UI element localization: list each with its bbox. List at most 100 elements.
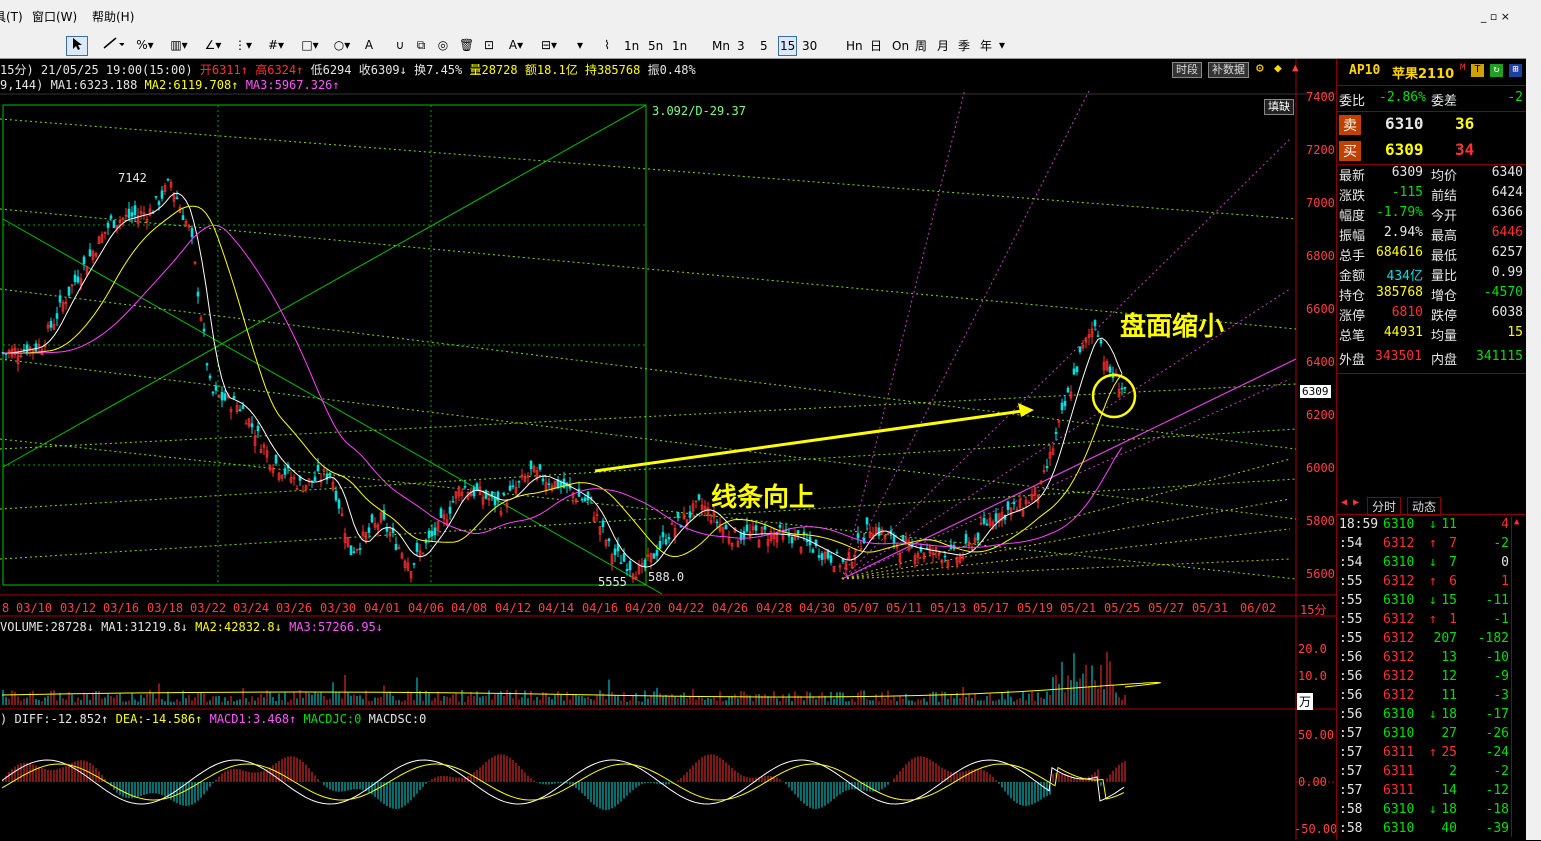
- percent-tool-icon[interactable]: %▾: [132, 36, 158, 54]
- candle-body: [349, 545, 353, 556]
- quote-side-panel: AP10 苹果2110 M T ↻ ⊞ 委比 -2.86% 委差 -2 卖 63…: [1336, 59, 1527, 840]
- date-axis-label: 03/22: [190, 601, 227, 615]
- lock-tool-icon[interactable]: ⊡: [482, 36, 496, 54]
- inner-value: 341115: [1476, 349, 1523, 364]
- ruler-tool-icon[interactable]: ▥▾: [166, 36, 192, 54]
- quote-turnover: 换7.45%: [414, 63, 463, 77]
- volume-ma3: MA3:57266.95: [289, 620, 376, 634]
- stat-label-left: 最新: [1339, 169, 1366, 184]
- tick-volume: 18: [1441, 707, 1457, 722]
- candle-body: [667, 537, 671, 540]
- period-2[interactable]: 1n: [670, 36, 689, 56]
- period-4[interactable]: 3: [735, 36, 747, 56]
- text-tool-icon[interactable]: A: [362, 36, 376, 54]
- menu-window[interactable]: 窗口(W): [32, 8, 77, 25]
- grid-tool-icon[interactable]: ⋮▾: [233, 36, 253, 54]
- candle-body: [811, 549, 815, 553]
- fan-line: [0, 428, 1297, 510]
- diamond-icon[interactable]: ◆: [1274, 61, 1282, 76]
- delete-tool-icon[interactable]: 🗑: [459, 36, 474, 54]
- line-tool-icon[interactable]: [100, 36, 126, 54]
- fill-gap-button[interactable]: 填缺: [1264, 99, 1294, 115]
- period-1[interactable]: 5n: [646, 36, 665, 56]
- copy-tool-icon[interactable]: ⧉: [413, 36, 429, 54]
- candle-body: [205, 363, 209, 366]
- tick-scrollbar[interactable]: ▲: [1511, 517, 1526, 837]
- t-icon[interactable]: T: [1471, 64, 1484, 77]
- period-6[interactable]: 15: [778, 36, 798, 56]
- stat-label-right: 均量: [1431, 329, 1458, 344]
- hash-tool-icon[interactable]: #▾: [266, 36, 286, 54]
- tab-next-icon[interactable]: ▶: [1353, 497, 1359, 508]
- menu-help[interactable]: 帮助(H): [92, 8, 134, 25]
- candle-body: [196, 291, 200, 297]
- rect-tool-icon[interactable]: □▾: [298, 36, 322, 54]
- circle-tool-icon[interactable]: ○▾: [330, 36, 354, 54]
- tick-volume: 14: [1441, 783, 1457, 798]
- candle-body: [577, 488, 581, 497]
- save-tool-icon[interactable]: ⊟▾: [537, 36, 561, 54]
- period-9[interactable]: 日: [868, 36, 884, 56]
- price-axis-label: 6400: [1306, 355, 1335, 369]
- tick-row: 18:59 6310 ↓ 11 4: [1337, 517, 1527, 537]
- period-0[interactable]: 1n: [622, 36, 641, 56]
- candle-body: [754, 525, 758, 531]
- candle-body: [892, 534, 896, 544]
- yellow-fan: [841, 558, 1291, 580]
- candle-body: [580, 498, 584, 501]
- scroll-up-icon[interactable]: ▲: [1292, 61, 1299, 74]
- candle-body: [490, 491, 494, 496]
- period-8[interactable]: Hn: [844, 36, 865, 56]
- tick-volume: 25: [1441, 745, 1457, 760]
- menu-bar: 具(T) 窗口(W) 帮助(H) _ ▫ ×: [0, 0, 1526, 33]
- tab-prev-icon[interactable]: ◀: [1341, 497, 1347, 508]
- tick-oi-change: -26: [1485, 726, 1509, 741]
- period-12[interactable]: 月: [935, 36, 951, 56]
- period-13[interactable]: 季: [956, 36, 972, 56]
- candle-body: [1054, 431, 1058, 434]
- candle-body: [826, 550, 830, 559]
- candle-body: [328, 472, 332, 476]
- chart-area[interactable]: 15分) 21/05/25 19:00(15:00) 开6311↑ 高6324↑…: [0, 59, 1338, 840]
- price-axis-label: 7400: [1306, 90, 1335, 104]
- period-14[interactable]: 年: [978, 36, 994, 56]
- quote-amplitude: 振0.48%: [647, 63, 696, 77]
- toolbar-more-icon[interactable]: ▾: [575, 36, 585, 54]
- quote-prefix: 15分) 21/05/25 19:00(15:00): [0, 63, 193, 77]
- menu-tools[interactable]: 具(T): [0, 8, 23, 25]
- period-11[interactable]: 周: [913, 36, 929, 56]
- candle-body: [1045, 466, 1049, 469]
- angle-tool-icon[interactable]: ∠▾: [200, 36, 226, 54]
- window-controls[interactable]: _ ▫ ×: [1481, 10, 1510, 23]
- period-5[interactable]: 5: [758, 36, 770, 56]
- ma3-value: MA3:5967.326: [245, 78, 333, 92]
- time-segment-button[interactable]: 时段: [1172, 62, 1202, 78]
- cursor-tool-icon[interactable]: [66, 36, 88, 56]
- period-3[interactable]: Mn: [710, 36, 732, 56]
- chart-type-icon[interactable]: ⌇: [598, 36, 616, 54]
- period-7[interactable]: 30: [800, 36, 819, 56]
- period-10[interactable]: On: [890, 36, 911, 56]
- tick-price: 6312: [1383, 631, 1415, 646]
- candle-body: [835, 551, 839, 554]
- refresh-icon[interactable]: ↻: [1490, 64, 1503, 77]
- fill-data-button[interactable]: 补数据: [1208, 62, 1249, 78]
- candle-body: [214, 385, 218, 391]
- stat-label-right: 跌停: [1431, 309, 1458, 324]
- settings-icon[interactable]: ⚙: [1256, 61, 1264, 76]
- tick-time: 18:59: [1339, 517, 1379, 532]
- tick-time: :57: [1339, 783, 1363, 798]
- magnet-tool-icon[interactable]: ∪: [393, 36, 407, 54]
- candle-body: [724, 524, 728, 530]
- candle-body: [1060, 402, 1064, 411]
- tick-time: :58: [1339, 802, 1363, 817]
- tick-row: :55 6310 ↓ 15 -11: [1337, 593, 1527, 613]
- price-axis-label: 7000: [1306, 196, 1335, 210]
- candle-body: [1012, 501, 1016, 505]
- period-more-icon[interactable]: ▾: [997, 36, 1007, 54]
- hide-tool-icon[interactable]: ◎: [436, 36, 450, 54]
- expand-icon[interactable]: ⊞: [1509, 64, 1522, 77]
- macd-axis-neg50: -50.00: [1294, 822, 1338, 836]
- candle-body: [175, 197, 179, 200]
- color-tool-icon[interactable]: A▾: [505, 36, 527, 54]
